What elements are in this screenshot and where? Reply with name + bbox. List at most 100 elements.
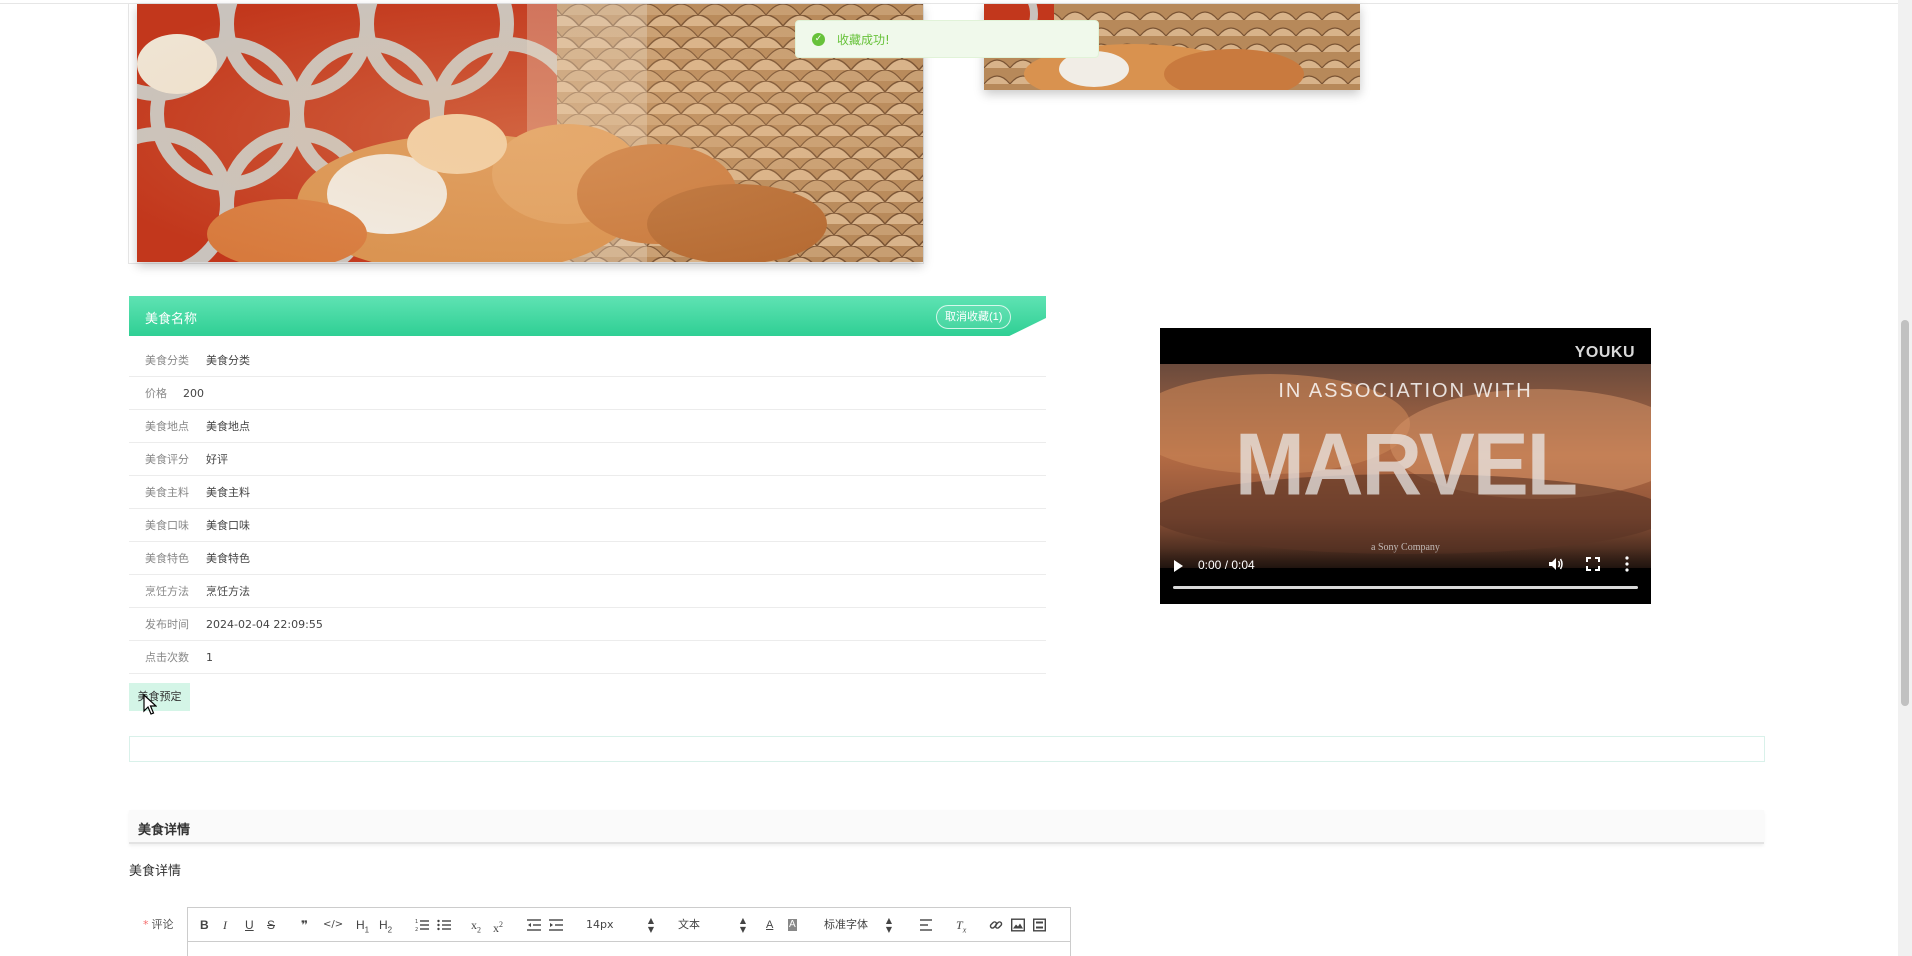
subscript-mark: 2 — [477, 925, 481, 935]
info-row-category: 美食分类 美食分类 — [129, 344, 1046, 377]
select-arrows-icon: ▲ ▼ — [885, 916, 892, 934]
video-controls: 0:00 / 0:04 — [1160, 548, 1651, 604]
image-icon[interactable] — [1011, 917, 1025, 933]
italic-icon[interactable]: I — [223, 917, 227, 933]
info-label: 美食评分 — [145, 453, 189, 466]
cancel-favorite-button[interactable]: 取消收藏(1) — [936, 305, 1012, 329]
info-value: 2024-02-04 22:09:55 — [206, 617, 323, 631]
food-info-header: 美食名称 取消收藏(1) — [129, 296, 1046, 336]
superscript-mark: 2 — [499, 920, 503, 929]
page-scrollbar[interactable] — [1898, 0, 1912, 956]
subscript-icon[interactable]: x2 — [471, 917, 481, 935]
select-arrows-icon: ▲ ▼ — [739, 916, 746, 934]
info-label: 美食特色 — [145, 552, 189, 565]
comment-label-text: 评论 — [151, 918, 174, 931]
details-content: 美食详情 — [129, 864, 182, 879]
check-circle-icon: ✓ — [812, 32, 825, 46]
info-row-click-count: 点击次数 1 — [129, 641, 1046, 674]
divider-bar — [129, 736, 1765, 762]
background-color-icon[interactable]: A — [788, 919, 797, 931]
info-label: 美食分类 — [145, 354, 189, 367]
success-toast: ✓ 收藏成功! — [795, 20, 1099, 58]
code-block-icon[interactable]: </> — [323, 917, 343, 933]
info-label: 美食口味 — [145, 519, 189, 532]
heading1-letter: H — [356, 918, 365, 932]
video-time: 0:00 / 0:04 — [1198, 558, 1255, 572]
editor-toolbar: B I U S ❞ </> H1 H2 12 x2 x2 14px ▲ ▼ 文本… — [188, 908, 1070, 942]
more-options-icon[interactable] — [1624, 556, 1630, 572]
details-section-header: 美食详情 — [129, 810, 1764, 844]
font-family-value: 标准字体 — [824, 918, 868, 931]
comment-label: * 评论 — [143, 916, 174, 932]
align-icon[interactable] — [920, 917, 932, 933]
font-color-icon[interactable]: A — [766, 917, 773, 933]
required-mark: * — [143, 918, 149, 931]
bold-icon[interactable]: B — [200, 917, 209, 933]
heading2-icon[interactable]: H2 — [379, 917, 393, 935]
volume-icon[interactable] — [1548, 557, 1564, 571]
info-label: 发布时间 — [145, 618, 189, 631]
info-row-ingredients: 美食主料 美食主料 — [129, 476, 1046, 509]
toast-message: 收藏成功! — [837, 32, 890, 47]
details-section-title: 美食详情 — [138, 823, 191, 838]
info-value: 200 — [183, 386, 204, 400]
link-icon[interactable] — [989, 917, 1003, 933]
info-label: 点击次数 — [145, 651, 189, 664]
info-row-location: 美食地点 美食地点 — [129, 410, 1046, 443]
heading1-icon[interactable]: H1 — [356, 917, 370, 935]
svg-text:1: 1 — [415, 919, 418, 925]
info-label: 美食主料 — [145, 486, 189, 499]
food-info-list: 美食分类 美食分类 价格 200 美食地点 美食地点 美食评分 好评 美食主料 … — [129, 344, 1046, 674]
comment-editor[interactable]: B I U S ❞ </> H1 H2 12 x2 x2 14px ▲ ▼ 文本… — [187, 907, 1071, 956]
font-size-value: 14px — [586, 918, 614, 931]
indent-icon[interactable] — [549, 917, 563, 933]
select-arrows-icon: ▲ ▼ — [647, 916, 654, 934]
info-value: 好评 — [206, 453, 228, 466]
video-progress-bar[interactable] — [1173, 586, 1638, 589]
info-row-feature: 美食特色 美食特色 — [129, 542, 1046, 575]
info-label: 价格 — [145, 387, 167, 400]
superscript-icon[interactable]: x2 — [493, 917, 503, 935]
info-row-taste: 美食口味 美食口味 — [129, 509, 1046, 542]
info-value: 美食特色 — [206, 552, 250, 565]
info-value: 美食地点 — [206, 420, 250, 433]
blockquote-icon[interactable]: ❞ — [301, 917, 308, 933]
info-value: 美食主料 — [206, 486, 250, 499]
video-embed-icon[interactable] — [1033, 917, 1046, 933]
font-size-select[interactable]: 14px ▲ ▼ — [586, 916, 654, 934]
heading1-level: 1 — [364, 925, 370, 935]
heading2-level: 2 — [387, 925, 393, 935]
info-row-rating: 美食评分 好评 — [129, 443, 1046, 476]
food-name: 美食名称 — [145, 312, 198, 327]
font-family-select[interactable]: 标准字体 ▲ ▼ — [824, 916, 892, 934]
ordered-list-icon[interactable]: 12 — [415, 917, 429, 933]
heading2-letter: H — [379, 918, 388, 932]
outdent-icon[interactable] — [527, 917, 541, 933]
mouse-cursor-icon — [143, 694, 157, 715]
play-icon[interactable] — [1174, 560, 1183, 572]
video-logo-text: MARVEL — [1234, 414, 1578, 514]
page: ✓ 收藏成功! 美食名称 取消收藏(1) 美食分类 美食分类 价格 200 美食… — [0, 0, 1912, 956]
info-row-cooking-method: 烹饪方法 烹饪方法 — [129, 575, 1046, 608]
fullscreen-icon[interactable] — [1586, 557, 1600, 571]
svg-text:2: 2 — [415, 927, 418, 933]
scrollbar-thumb[interactable] — [1901, 320, 1909, 706]
info-label: 烹饪方法 — [145, 585, 189, 598]
info-row-price: 价格 200 — [129, 377, 1046, 410]
strikethrough-icon[interactable]: S — [267, 917, 275, 933]
video-caption: IN ASSOCIATION WITH — [1278, 380, 1533, 402]
paragraph-format-select[interactable]: 文本 ▲ ▼ — [678, 916, 746, 934]
book-food-button[interactable]: 美食预定 — [129, 683, 190, 711]
clear-format-icon[interactable]: Tx — [956, 917, 966, 934]
underline-icon[interactable]: U — [245, 917, 254, 933]
video-player[interactable]: YOUKU IN ASSOCIATION WITH MARVEL a Sony … — [1160, 328, 1651, 604]
info-value: 1 — [206, 650, 213, 664]
info-value: 美食口味 — [206, 519, 250, 532]
bullet-list-icon[interactable] — [437, 917, 451, 933]
paragraph-format-value: 文本 — [678, 918, 700, 931]
info-label: 美食地点 — [145, 420, 189, 433]
info-row-publish-time: 发布时间 2024-02-04 22:09:55 — [129, 608, 1046, 641]
youku-watermark: YOUKU — [1574, 344, 1635, 361]
info-value: 烹饪方法 — [206, 585, 250, 598]
info-value: 美食分类 — [206, 354, 250, 367]
